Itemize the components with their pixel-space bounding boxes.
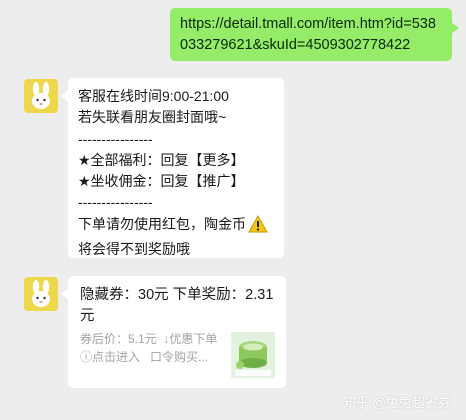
received-message-bubble[interactable]: 客服在线时间9:00-21:00 若失联看朋友圈封面哦~ -----------… (61, 78, 284, 258)
message-line: 客服在线时间9:00-21:00 (78, 88, 229, 104)
warning-icon (248, 214, 268, 239)
message-line: 若失联看朋友圈封面哦~ (78, 109, 227, 126)
password-buy-link[interactable]: 口令购买... (150, 350, 208, 364)
action-row: ⓘ点击进入 口令购买... (80, 349, 220, 367)
message-line: ★全部福利：回复【更多】 (78, 151, 245, 168)
discount-order-link[interactable]: ↓优惠下单 (163, 332, 217, 346)
message-line: ★坐收佣金：回复【推广】 (78, 173, 245, 190)
watermark-text: 知乎 @兔兔超省券 (343, 395, 451, 410)
divider-line: ---------------- (78, 130, 153, 147)
sent-link-text[interactable]: https://detail.tmall.com/item.htm?id=538… (180, 16, 436, 53)
bunny-avatar-icon[interactable] (24, 277, 58, 311)
bunny-avatar-icon[interactable] (24, 79, 58, 113)
product-thumbnail[interactable] (231, 332, 275, 378)
click-enter-link[interactable]: ⓘ点击进入 (80, 350, 140, 364)
after-coupon-price: 券后价：5.1元 (80, 332, 157, 346)
divider-line: ---------------- (78, 194, 153, 211)
promo-details: 券后价：5.1元 ↓优惠下单 ⓘ点击进入 口令购买... (80, 331, 220, 366)
price-row: 券后价：5.1元 ↓优惠下单 (80, 331, 220, 349)
message-line: 将会得不到奖励哦 (78, 241, 190, 258)
message-line-with-icon: 下单请勿使用红包，陶金币 (78, 214, 274, 239)
promo-card-bubble[interactable]: 隐藏券：30元 下单奖励：2.31元 券后价：5.1元 ↓优惠下单 ⓘ点击进入 … (61, 276, 286, 388)
message-line: 下单请勿使用红包，陶金币 (78, 215, 246, 232)
sent-message-bubble[interactable]: https://detail.tmall.com/item.htm?id=538… (170, 8, 459, 61)
promo-headline: 隐藏券：30元 下单奖励：2.31元 (80, 287, 274, 324)
